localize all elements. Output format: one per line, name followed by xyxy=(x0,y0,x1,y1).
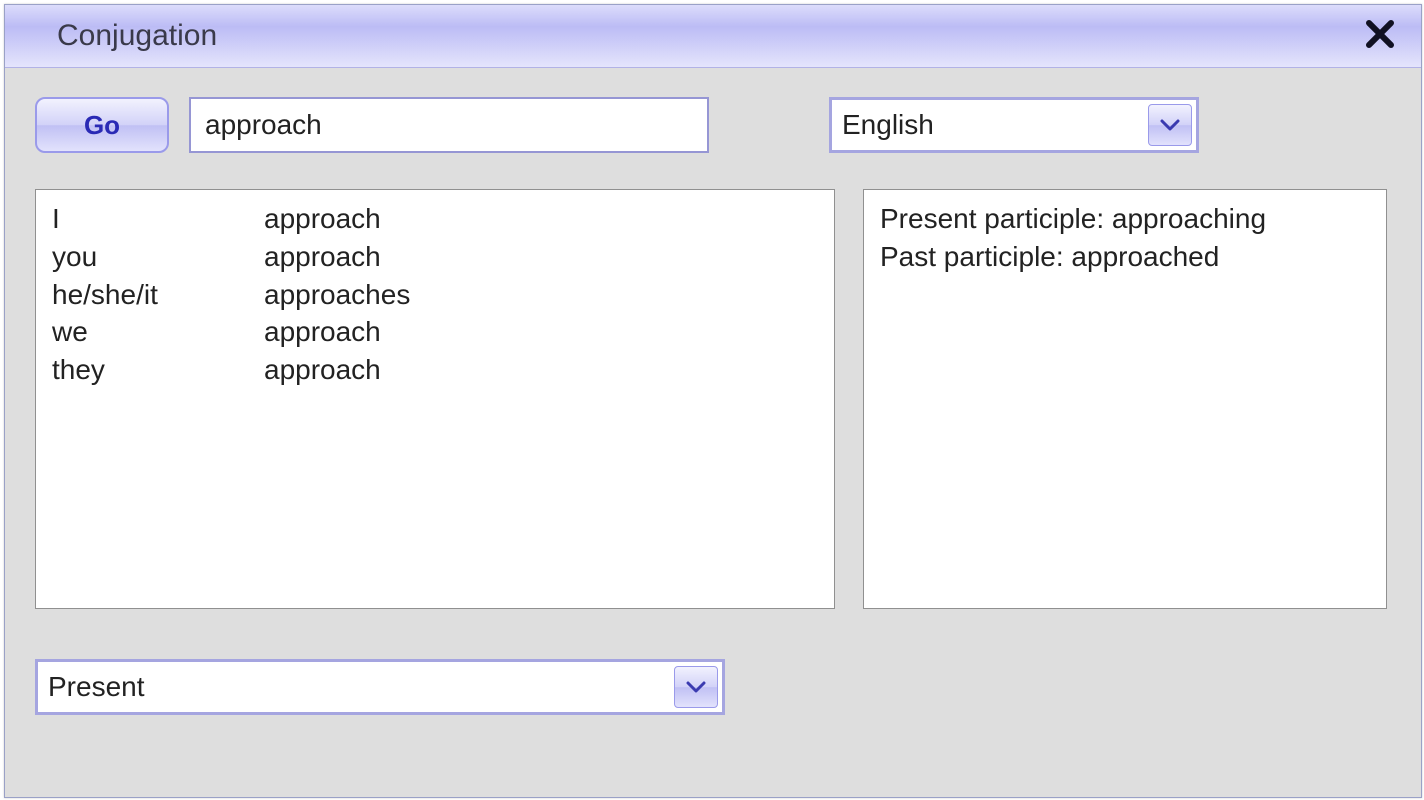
past-participle-value: approached xyxy=(1071,241,1219,272)
pronoun: you xyxy=(52,238,264,276)
verb-form: approach xyxy=(264,313,818,351)
titlebar: Conjugation xyxy=(5,5,1421,68)
pronoun: he/she/it xyxy=(52,276,264,314)
conjugation-window: Conjugation Go English xyxy=(4,4,1422,798)
tense-select[interactable]: Present xyxy=(35,659,725,715)
participles-panel: Present participle: approaching Past par… xyxy=(863,189,1387,609)
conjugation-row: I approach xyxy=(52,200,818,238)
verb-input[interactable] xyxy=(189,97,709,153)
present-participle-row: Present participle: approaching xyxy=(880,200,1370,238)
verb-form: approach xyxy=(264,200,818,238)
verb-form: approach xyxy=(264,238,818,276)
dropdown-arrow-button[interactable] xyxy=(674,666,718,708)
dropdown-arrow-button[interactable] xyxy=(1148,104,1192,146)
window-body: Go English I approach xyxy=(5,67,1421,797)
conjugation-row: you approach xyxy=(52,238,818,276)
verb-form: approach xyxy=(264,351,818,389)
conjugation-row: they approach xyxy=(52,351,818,389)
present-participle-label: Present participle: xyxy=(880,203,1104,234)
conjugation-row: he/she/it approaches xyxy=(52,276,818,314)
past-participle-label: Past participle: xyxy=(880,241,1064,272)
conjugation-row: we approach xyxy=(52,313,818,351)
language-select[interactable]: English xyxy=(829,97,1199,153)
top-controls-row: Go English xyxy=(35,97,1391,153)
past-participle-row: Past participle: approached xyxy=(880,238,1370,276)
tense-select-value: Present xyxy=(48,671,145,703)
chevron-down-icon xyxy=(686,680,706,694)
conjugation-panel: I approach you approach he/she/it approa… xyxy=(35,189,835,609)
close-button[interactable] xyxy=(1357,12,1403,60)
pronoun: they xyxy=(52,351,264,389)
verb-form: approaches xyxy=(264,276,818,314)
pronoun: I xyxy=(52,200,264,238)
pronoun: we xyxy=(52,313,264,351)
present-participle-value: approaching xyxy=(1112,203,1266,234)
close-icon xyxy=(1365,19,1395,49)
results-panels: I approach you approach he/she/it approa… xyxy=(35,189,1391,609)
go-button[interactable]: Go xyxy=(35,97,169,153)
window-title: Conjugation xyxy=(57,19,217,53)
language-select-value: English xyxy=(842,109,934,141)
chevron-down-icon xyxy=(1160,118,1180,132)
